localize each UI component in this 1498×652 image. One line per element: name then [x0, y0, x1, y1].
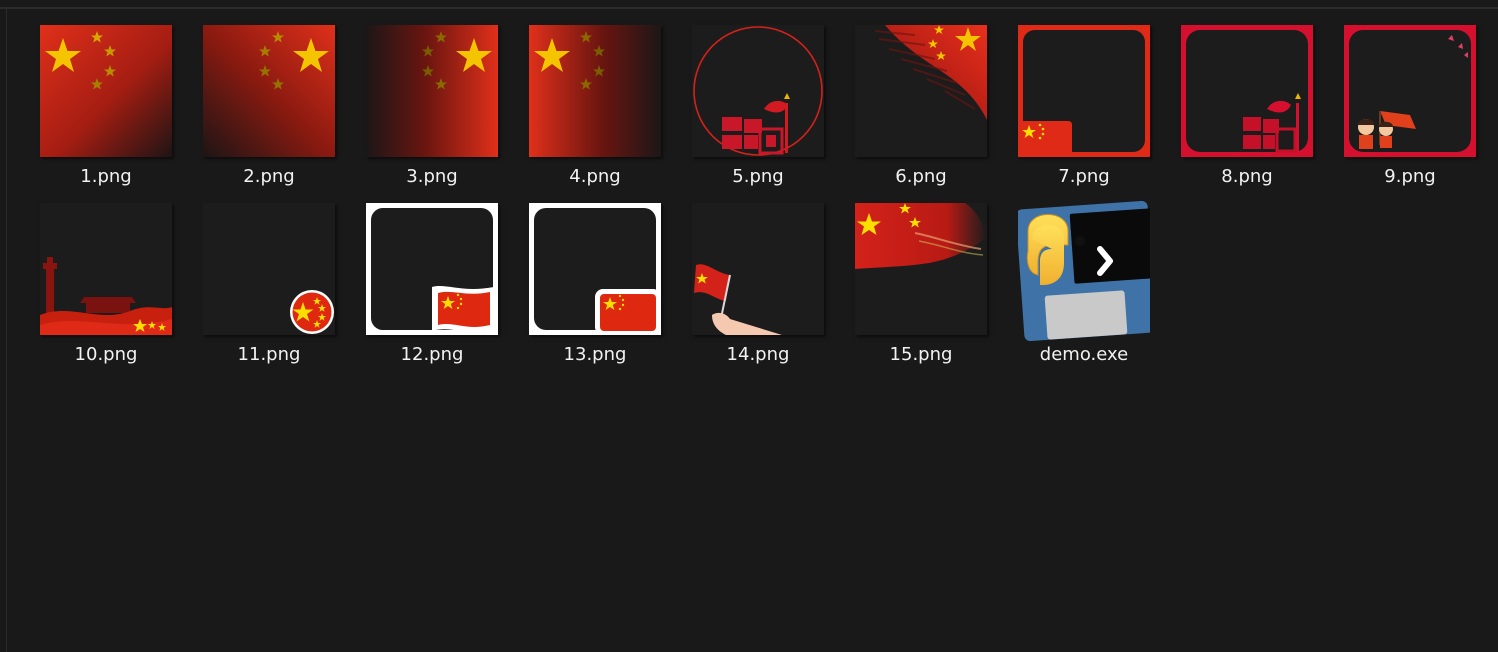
python-executable-icon — [1018, 201, 1150, 341]
file-item[interactable]: 7.png — [1001, 25, 1151, 195]
file-item[interactable]: 14.png — [675, 203, 825, 373]
file-item[interactable]: 5.png — [675, 25, 825, 195]
file-name: 4.png — [569, 166, 621, 187]
file-name: 11.png — [237, 344, 301, 365]
white-frame-waving-flag-thumbnail — [366, 203, 498, 335]
file-name: 13.png — [563, 344, 627, 365]
file-name: 2.png — [243, 166, 295, 187]
tiananmen-banner-thumbnail — [40, 203, 172, 335]
red-frame-flag-thumbnail — [1018, 25, 1150, 157]
file-item[interactable]: 2.png — [186, 25, 336, 195]
white-frame-flag-thumbnail — [529, 203, 661, 335]
file-name: 15.png — [889, 344, 953, 365]
file-item[interactable]: 15.png — [838, 203, 988, 373]
flag-fade-left-thumbnail — [366, 25, 498, 157]
flag-badge-thumbnail — [203, 203, 335, 335]
file-name: 8.png — [1221, 166, 1273, 187]
file-item[interactable]: 9.png — [1327, 25, 1477, 195]
file-name: 7.png — [1058, 166, 1110, 187]
file-item[interactable]: 8.png — [1164, 25, 1314, 195]
file-name: 3.png — [406, 166, 458, 187]
file-item[interactable]: 6.png — [838, 25, 988, 195]
flag-fade-right-thumbnail — [529, 25, 661, 157]
file-grid: 1.png 2.png 3.png 4.png 5.png 6.png 7.pn… — [0, 0, 1498, 652]
circle-frame-thumbnail — [692, 25, 824, 157]
file-item[interactable]: 3.png — [349, 25, 499, 195]
brush-flag-corner-thumbnail — [855, 25, 987, 157]
file-name: 5.png — [732, 166, 784, 187]
hand-flag-thumbnail — [692, 203, 824, 335]
file-item[interactable]: 13.png — [512, 203, 662, 373]
file-item[interactable]: 12.png — [349, 203, 499, 373]
file-item[interactable]: 10.png — [23, 203, 173, 373]
file-name: 14.png — [726, 344, 790, 365]
file-item[interactable]: demo.exe — [1001, 201, 1151, 371]
red-frame-calligraphy-thumbnail — [1181, 25, 1313, 157]
file-name: 6.png — [895, 166, 947, 187]
file-name: 1.png — [80, 166, 132, 187]
flag-left-stars-thumbnail — [40, 25, 172, 157]
file-name: 9.png — [1384, 166, 1436, 187]
silk-flag-thumbnail — [855, 203, 987, 335]
file-item[interactable]: 1.png — [23, 25, 173, 195]
file-name: 10.png — [74, 344, 138, 365]
file-item[interactable]: 4.png — [512, 25, 662, 195]
file-name: demo.exe — [1039, 344, 1129, 365]
file-item[interactable]: 11.png — [186, 203, 336, 373]
file-name: 12.png — [400, 344, 464, 365]
flag-right-stars-thumbnail — [203, 25, 335, 157]
red-frame-kids-thumbnail — [1344, 25, 1476, 157]
